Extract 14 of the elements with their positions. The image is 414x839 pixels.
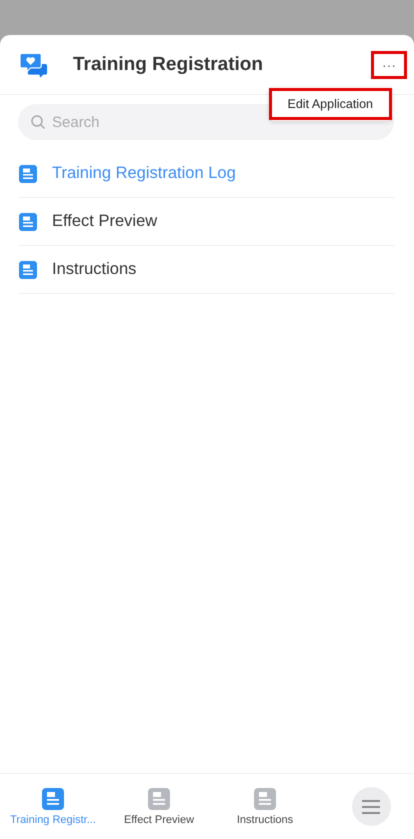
- menu-icon: [362, 800, 380, 814]
- list-item[interactable]: Instructions: [52, 260, 136, 279]
- document-icon: [148, 788, 170, 810]
- document-icon: [19, 212, 37, 230]
- chat-heart-icon: [20, 52, 49, 78]
- menu-button[interactable]: [352, 787, 390, 826]
- menu-item[interactable]: Edit Application: [272, 91, 389, 117]
- app-title: Training Registration: [73, 54, 264, 76]
- document-icon: [19, 164, 37, 182]
- document-icon: [42, 788, 64, 810]
- document-icon: [254, 788, 276, 810]
- list-item[interactable]: Effect Preview: [52, 212, 158, 231]
- more-button[interactable]: ···: [374, 54, 404, 76]
- document-icon: [19, 260, 37, 278]
